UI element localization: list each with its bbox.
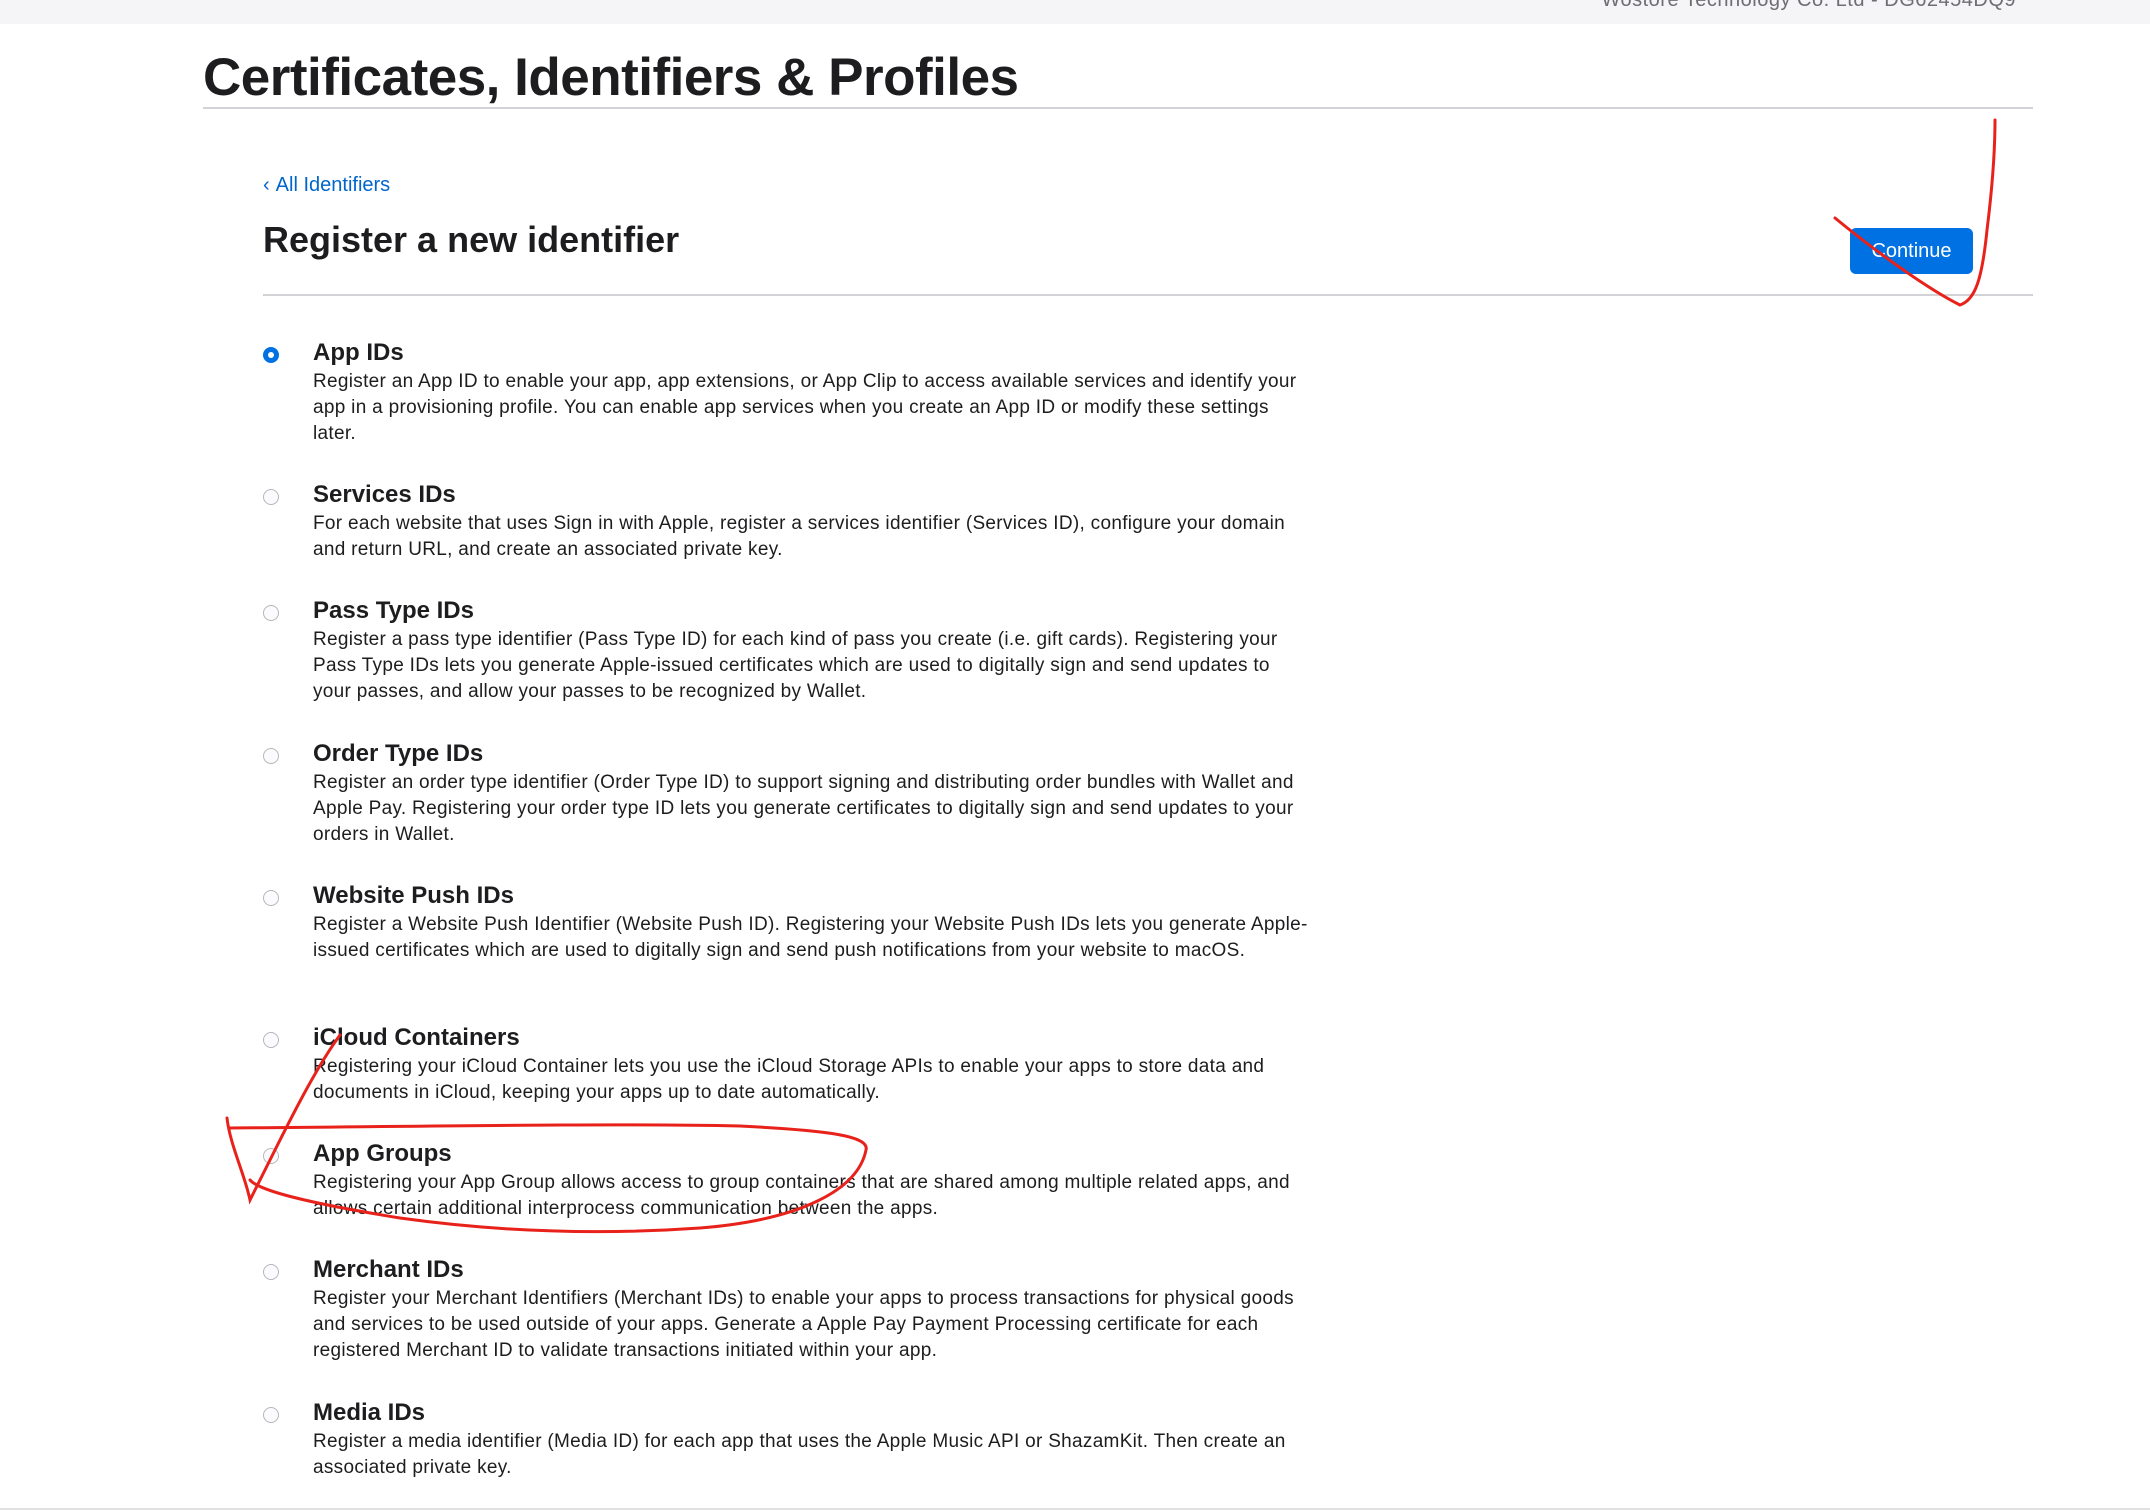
option-title: App Groups — [313, 1140, 452, 1167]
option-title: Order Type IDs — [313, 740, 484, 767]
bottom-divider — [0, 1508, 2150, 1510]
option-description: Register a Website Push Identifier (Webs… — [313, 914, 1308, 961]
option-description: Registering your App Group allows access… — [313, 1172, 1290, 1219]
option-description: Register a pass type identifier (Pass Ty… — [313, 629, 1278, 702]
radio-icloud-containers[interactable] — [263, 1032, 279, 1048]
option-description: Registering your iCloud Container lets y… — [313, 1056, 1265, 1103]
option-description: Register an order type identifier (Order… — [313, 772, 1294, 845]
option-description: Register an App ID to enable your app, a… — [313, 371, 1297, 444]
radio-pass-type-ids[interactable] — [263, 605, 279, 621]
radio-media-ids[interactable] — [263, 1407, 279, 1423]
option-title: Merchant IDs — [313, 1256, 464, 1283]
option-title: App IDs — [313, 339, 404, 366]
radio-order-type-ids[interactable] — [263, 748, 279, 764]
radio-app-ids[interactable] — [263, 347, 279, 363]
option-description: Register your Merchant Identifiers (Merc… — [313, 1288, 1294, 1361]
option-title: Website Push IDs — [313, 882, 514, 909]
radio-services-ids[interactable] — [263, 489, 279, 505]
option-description: Register a media identifier (Media ID) f… — [313, 1431, 1286, 1478]
radio-app-groups[interactable] — [263, 1148, 279, 1164]
identifier-type-list: App IDs Register an App ID to enable you… — [0, 0, 2150, 1512]
radio-website-push-ids[interactable] — [263, 890, 279, 906]
option-title: Media IDs — [313, 1399, 426, 1426]
option-title: Services IDs — [313, 481, 456, 508]
option-title: Pass Type IDs — [313, 597, 474, 624]
option-title: iCloud Containers — [313, 1024, 520, 1051]
radio-merchant-ids[interactable] — [263, 1264, 279, 1280]
option-description: For each website that uses Sign in with … — [313, 513, 1285, 560]
